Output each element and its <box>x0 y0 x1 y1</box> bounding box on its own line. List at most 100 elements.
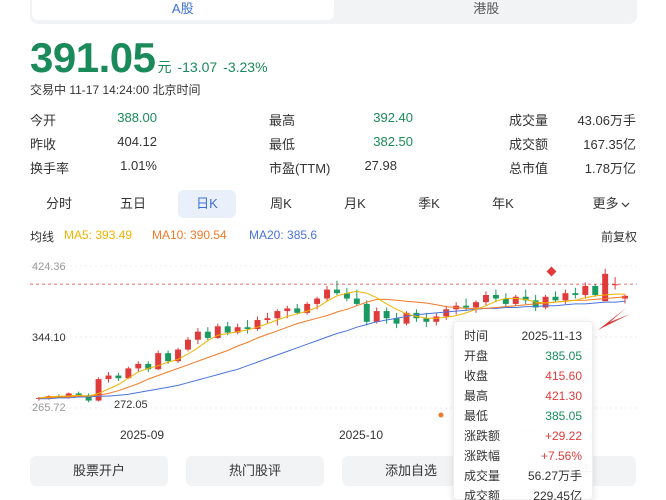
candle-body <box>492 294 499 299</box>
price-unit: 元 <box>157 59 172 75</box>
stats-row-1: 今开 388.00 最高 392.40 成交量 43.06万手 <box>30 110 636 128</box>
tooltip-row: 涨跌额 +29.22 <box>464 426 582 446</box>
candle-body <box>383 311 390 319</box>
tooltip-value: 415.60 <box>545 369 582 383</box>
stat-label-prev-close: 昨收 <box>30 137 57 152</box>
tab-a-share[interactable]: A股 <box>32 0 334 20</box>
pointer-arrow-icon <box>598 308 630 330</box>
tooltip-row: 最低 385.05 <box>464 406 582 426</box>
tab-weekly-k[interactable]: 周K <box>252 190 310 218</box>
candle-body <box>294 308 301 313</box>
tooltip-row: 成交量 56.27万手 <box>464 466 582 486</box>
candle-body <box>363 303 370 322</box>
candle-tooltip: 时间 2025-11-13 开盘 385.05 收盘 415.60 最高 421.30 … <box>453 321 593 500</box>
candle-body <box>423 318 430 322</box>
stat-value-turnover: 167.35亿 <box>583 137 636 152</box>
trade-status: 交易中 11-17 14:24:00 北京时间 <box>30 83 201 97</box>
tooltip-value: 385.05 <box>545 349 582 363</box>
tooltip-label: 最高 <box>464 389 489 403</box>
candle-body <box>582 286 589 295</box>
ma5-label: MA5: 393.49 <box>64 228 133 242</box>
price-change-percent: -3.23% <box>223 59 268 75</box>
candle-body <box>443 309 450 317</box>
candle-body <box>324 289 331 299</box>
tooltip-label: 成交额 <box>464 489 501 500</box>
stat-label-open: 今开 <box>30 113 57 128</box>
stats-row-2: 昨收 404.12 最低 382.50 成交额 167.35亿 <box>30 134 636 152</box>
candle-body <box>314 298 321 304</box>
candle-body <box>512 296 519 304</box>
tooltip-label: 最低 <box>464 409 489 423</box>
candle-body <box>284 308 291 312</box>
tooltip-value: 385.05 <box>545 409 582 423</box>
tab-hk-share[interactable]: 港股 <box>336 0 638 24</box>
price-change: -13.07 <box>177 59 218 75</box>
tooltip-value: 56.27万手 <box>527 469 582 483</box>
tab-yearly-k[interactable]: 年K <box>474 190 532 218</box>
tab-intraday[interactable]: 分时 <box>30 190 88 218</box>
stat-label-turnover-rate: 换手率 <box>30 161 70 176</box>
period-tabs: 分时 五日 日K 周K 月K 季K 年K 更多 <box>30 190 637 218</box>
candle-body <box>224 326 231 333</box>
open-account-button[interactable]: 股票开户 <box>30 456 168 486</box>
adjust-button[interactable]: 前复权 <box>601 228 637 245</box>
stat-value-turnover-rate: 1.01% <box>120 158 157 173</box>
highlight-diamond <box>546 266 557 277</box>
candle-body <box>562 293 569 301</box>
tab-daily-k[interactable]: 日K <box>178 190 236 218</box>
tab-more-label: 更多 <box>592 196 619 211</box>
ma10-label: MA10: 390.54 <box>152 228 227 242</box>
hot-comments-button[interactable]: 热门股评 <box>186 456 324 486</box>
candle-body <box>244 327 251 329</box>
candle-body <box>592 286 599 295</box>
candle-body <box>482 294 489 303</box>
stat-label-high: 最高 <box>269 113 296 128</box>
stat-label-market-cap: 总市值 <box>509 161 549 176</box>
candle-body <box>602 273 609 302</box>
candle-body <box>473 302 480 308</box>
tooltip-row: 收盘 415.60 <box>464 366 582 386</box>
tooltip-row: 开盘 385.05 <box>464 346 582 366</box>
tab-more[interactable]: 更多 <box>585 190 637 218</box>
tooltip-label: 收盘 <box>464 369 489 383</box>
x-label-oct: 2025-10 <box>339 428 384 442</box>
tab-monthly-k[interactable]: 月K <box>326 190 384 218</box>
market-tabs: A股 港股 <box>30 0 637 24</box>
tooltip-label: 涨跌额 <box>464 429 501 443</box>
tab-quarterly-k[interactable]: 季K <box>400 190 458 218</box>
current-price: 391.05 <box>30 34 156 81</box>
ma-legend: 均线 MA5: 393.49 MA10: 390.54 MA20: 385.6 … <box>30 228 637 244</box>
stat-value-open: 388.00 <box>117 110 157 125</box>
stat-value-low: 382.50 <box>373 134 413 149</box>
tooltip-label: 开盘 <box>464 349 489 363</box>
stat-value-high: 392.40 <box>373 110 413 125</box>
ma-title: 均线 <box>30 230 55 244</box>
stat-value-volume: 43.06万手 <box>577 113 636 128</box>
candle-body <box>155 353 162 370</box>
y-label-mid: 344.10 <box>32 332 66 344</box>
stat-label-volume: 成交量 <box>509 113 549 128</box>
candle-body <box>105 375 112 380</box>
low-marker-label: 272.05 <box>114 399 148 411</box>
tab-five-day[interactable]: 五日 <box>104 190 162 218</box>
tooltip-label: 时间 <box>464 329 489 343</box>
candle-body <box>333 289 340 294</box>
candle-body <box>353 298 360 304</box>
candle-body <box>264 318 271 321</box>
stat-value-prev-close: 404.12 <box>117 134 157 149</box>
candle-body <box>572 293 579 295</box>
tooltip-value: +7.56% <box>540 449 582 463</box>
tooltip-value: 421.30 <box>545 389 582 403</box>
x-label-sep: 2025-09 <box>120 428 165 442</box>
tooltip-value: +29.22 <box>544 429 582 443</box>
candle-body <box>204 331 211 338</box>
event-dot <box>438 412 444 418</box>
stat-label-pe: 市盈(TTM) <box>269 161 331 176</box>
tooltip-value: 229.45亿 <box>533 489 582 500</box>
stats-row-3: 换手率 1.01% 市盈(TTM) 27.98 总市值 1.78万亿 <box>30 158 636 176</box>
candle-body <box>135 363 142 369</box>
candle-body <box>165 353 172 362</box>
tooltip-row: 最高 421.30 <box>464 386 582 406</box>
candle-body <box>194 331 201 340</box>
tooltip-label: 涨跌幅 <box>464 449 501 463</box>
